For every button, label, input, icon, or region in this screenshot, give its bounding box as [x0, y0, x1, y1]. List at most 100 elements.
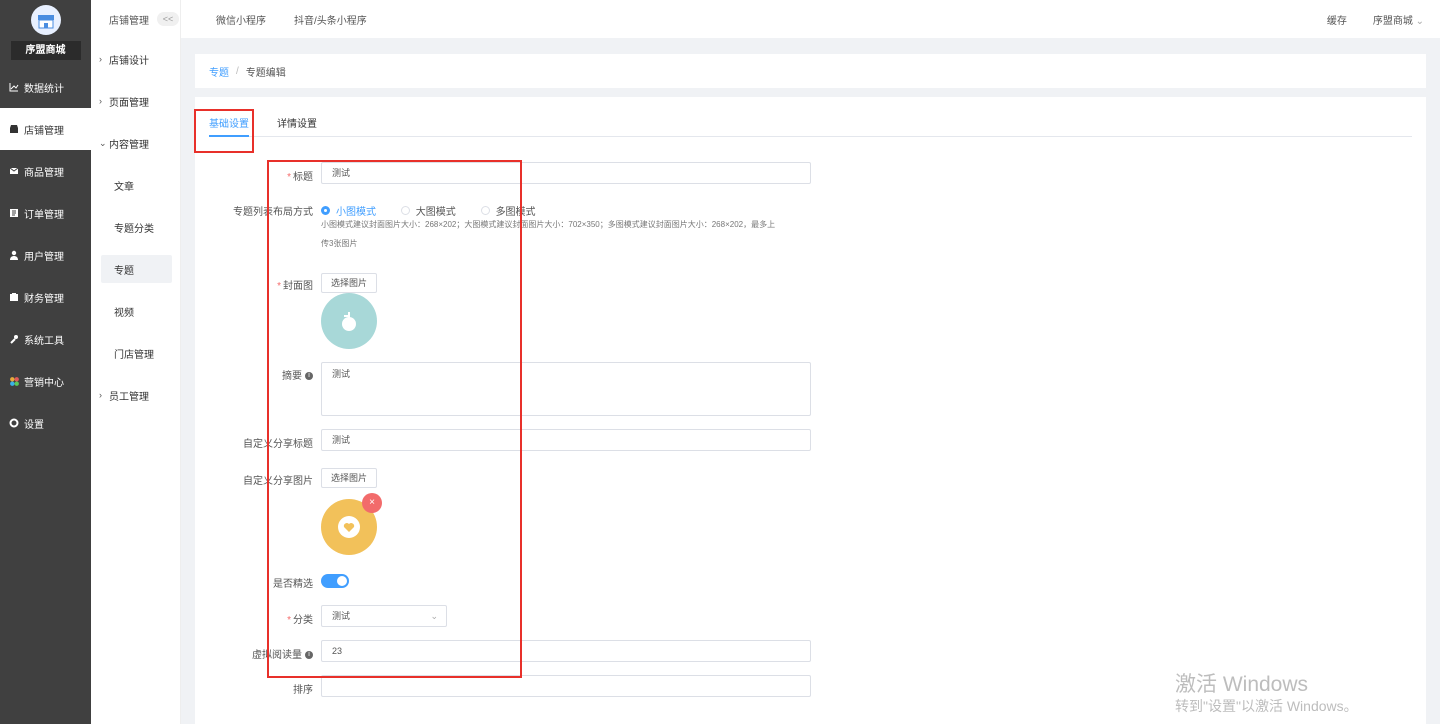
subnav-group-label: 内容管理: [109, 139, 149, 151]
breadcrumb: 专题 / 专题编辑: [195, 54, 1426, 88]
layout-hint-line2: 传3张图片: [321, 239, 358, 248]
subnav-group-page-manage[interactable]: › 页面管理: [91, 80, 180, 122]
field-label: 摘要 i: [195, 367, 313, 382]
field-label: * 分类: [287, 615, 313, 626]
tab-wechat-mini[interactable]: 微信小程序: [216, 12, 266, 27]
field-label-text: 专题列表布局方式: [233, 207, 313, 218]
subnav-item-store-manage[interactable]: 门店管理: [91, 332, 180, 374]
field-label-text: 排序: [293, 685, 313, 696]
share-title-input[interactable]: 测试: [321, 429, 811, 451]
chevron-down-icon: ⌄: [430, 611, 438, 621]
field-label-text: 自定义分享图片: [243, 476, 313, 487]
store-icon: [8, 123, 20, 135]
sidebar-item-label: 数据统计: [24, 83, 64, 95]
field-label-text: 分类: [293, 615, 313, 626]
settings-tabs: 基础设置 详情设置: [209, 115, 1412, 137]
windows-activation-watermark: 激活 Windows: [1175, 673, 1309, 696]
sidebar-item-label: 用户管理: [24, 251, 64, 263]
shop-switcher-label: 序盟商城: [1372, 15, 1413, 27]
tab-basic-settings[interactable]: 基础设置: [209, 115, 249, 137]
subnav-item-video[interactable]: 视频: [91, 290, 180, 332]
subnav-header: 店铺管理 <<: [91, 0, 180, 38]
switch-knob: [337, 576, 347, 586]
views-input[interactable]: 23: [321, 640, 811, 662]
sidebar-item-settings[interactable]: 设置: [0, 402, 91, 444]
tab-detail-settings[interactable]: 详情设置: [277, 115, 317, 137]
field-label: * 封面图: [277, 281, 313, 292]
choose-cover-button[interactable]: 选择图片: [321, 273, 377, 293]
heart-icon: [338, 516, 360, 538]
store-logo-icon: [30, 5, 61, 35]
field-label: * 标题: [287, 172, 313, 183]
layout-hint-line1: 小图模式建议封面图片大小：268×202；大图模式建议封面图片大小：702×35…: [321, 220, 776, 229]
secondary-sidebar: 店铺管理 << › 店铺设计 › 页面管理 ⌄ 内容管理 文章 专题分类 专题 …: [91, 0, 181, 724]
sidebar-item-stats[interactable]: 数据统计: [0, 66, 91, 108]
field-label-text: 摘要: [282, 371, 302, 382]
layout-hint: 小图模式建议封面图片大小：268×202；大图模式建议封面图片大小：702×35…: [321, 215, 811, 253]
shop-name: 序盟商城: [10, 41, 81, 60]
summary-textarea[interactable]: 测试: [321, 362, 811, 416]
subnav-item-topic[interactable]: 专题: [101, 255, 172, 283]
info-icon: i: [305, 651, 313, 660]
subnav-item-article[interactable]: 文章: [91, 164, 180, 206]
sort-input[interactable]: [321, 675, 811, 697]
chevron-down-icon: ⌄: [1415, 15, 1424, 27]
order-icon: [8, 207, 20, 219]
sidebar-item-finance[interactable]: 财务管理: [0, 276, 91, 318]
sidebar-item-products[interactable]: 商品管理: [0, 150, 91, 192]
breadcrumb-parent[interactable]: 专题: [209, 64, 229, 79]
chevron-right-icon: ›: [99, 390, 102, 400]
category-select-value: 测试: [332, 611, 351, 621]
chevron-right-icon: ›: [99, 54, 102, 64]
info-icon: i: [305, 372, 313, 381]
sidebar-item-label: 设置: [24, 419, 44, 431]
main-sidebar: 序盟商城 数据统计 店铺管理 商品管理 订单管理 用户管理 财务管理 系统工具 …: [0, 0, 91, 724]
subnav-group-content[interactable]: ⌄ 内容管理: [91, 122, 180, 164]
sidebar-item-label: 订单管理: [24, 209, 64, 221]
chart-line-icon: [8, 81, 20, 93]
collapse-button[interactable]: <<: [157, 12, 179, 26]
sidebar-item-users[interactable]: 用户管理: [0, 234, 91, 276]
radio-dot: [480, 206, 490, 215]
mail-icon: [8, 165, 20, 177]
cover-image-thumbnail: [321, 293, 377, 349]
radio-dot: [321, 206, 330, 215]
sidebar-item-label: 财务管理: [24, 293, 64, 305]
category-select[interactable]: 测试 ⌄: [321, 605, 447, 627]
bomb-icon: [342, 312, 356, 331]
logo-area: 序盟商城: [0, 0, 91, 66]
subnav-group-staff[interactable]: › 员工管理: [91, 374, 180, 416]
choose-share-image-button[interactable]: 选择图片: [321, 468, 377, 488]
top-header: 微信小程序 抖音/头条小程序 缓存 序盟商城 ⌄: [181, 0, 1440, 38]
breadcrumb-current: 专题编辑: [245, 67, 286, 79]
windows-activation-hint: 转到"设置"以激活 Windows。: [1175, 698, 1358, 714]
field-label-text: 封面图: [283, 281, 313, 292]
sidebar-item-label: 系统工具: [24, 335, 64, 347]
wrench-icon: [8, 333, 20, 345]
field-label-text: 虚拟阅读量: [252, 650, 302, 661]
subnav-group-label: 员工管理: [109, 391, 149, 403]
field-label-text: 自定义分享标题: [243, 439, 313, 450]
featured-switch[interactable]: [321, 574, 349, 588]
chevron-down-icon: ⌄: [99, 137, 107, 148]
breadcrumb-separator: /: [236, 65, 239, 77]
subnav-group-label: 页面管理: [109, 97, 149, 109]
field-label-text: 标题: [293, 172, 313, 183]
tab-douyin-mini[interactable]: 抖音/头条小程序: [294, 12, 367, 27]
sidebar-item-orders[interactable]: 订单管理: [0, 192, 91, 234]
chevron-right-icon: ›: [99, 96, 102, 106]
radio-dot: [400, 206, 410, 215]
gear-icon: [8, 417, 20, 429]
cache-button[interactable]: 缓存: [1327, 12, 1347, 27]
edit-form-card: 基础设置 详情设置 * 标题 测试 专题列表布局方式 小图模式 大图模式 多图模式…: [195, 97, 1426, 724]
subnav-item-topic-category[interactable]: 专题分类: [91, 206, 180, 248]
sidebar-item-store[interactable]: 店铺管理: [0, 108, 91, 150]
marketing-icon: [8, 375, 20, 387]
title-input[interactable]: 测试: [321, 162, 811, 184]
shop-switcher[interactable]: 序盟商城 ⌄: [1373, 12, 1424, 27]
subnav-group-store-design[interactable]: › 店铺设计: [91, 38, 180, 80]
remove-image-icon[interactable]: ×: [362, 493, 382, 513]
sidebar-item-label: 营销中心: [24, 377, 64, 389]
sidebar-item-marketing[interactable]: 营销中心: [0, 360, 91, 402]
sidebar-item-tools[interactable]: 系统工具: [0, 318, 91, 360]
